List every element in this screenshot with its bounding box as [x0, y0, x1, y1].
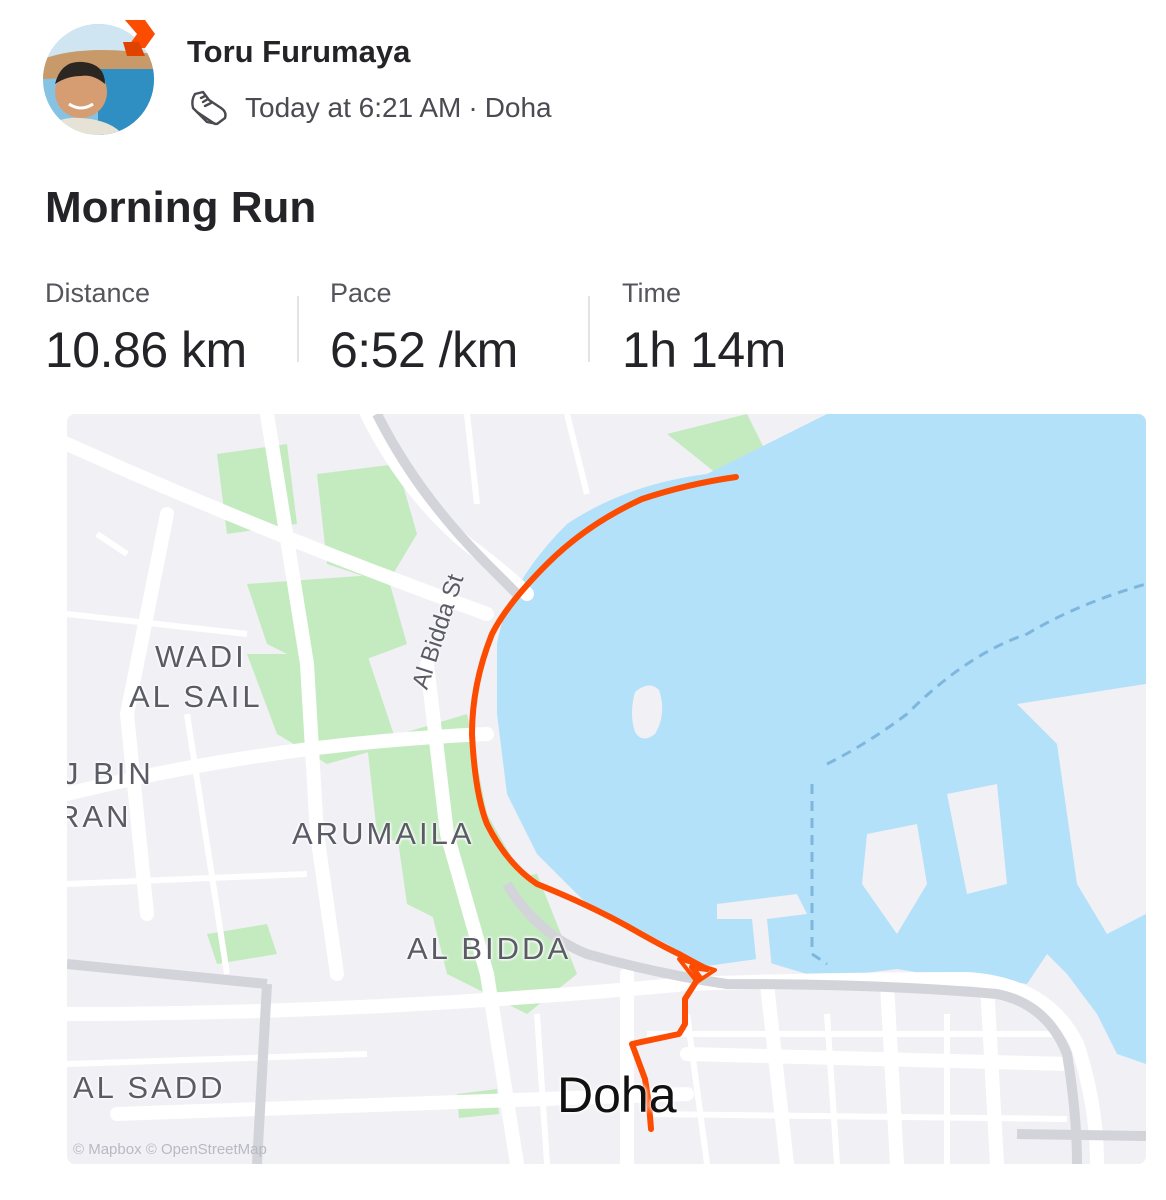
activity-timestamp: Today at 6:21 AM: [245, 92, 462, 123]
stat-pace-label: Pace: [330, 278, 392, 308]
map-label-al-bidda: AL BIDDA: [407, 931, 572, 966]
activity-meta: Today at 6:21 AM · Doha: [187, 86, 552, 130]
stat-divider: [588, 296, 590, 362]
map-city-label: Doha: [557, 1067, 677, 1123]
map-label-bin: J BIN: [67, 756, 154, 791]
route-map[interactable]: WADI AL SAIL J BIN RAN ARUMAILA AL BIDDA…: [67, 414, 1146, 1164]
map-label-ran: RAN: [67, 799, 132, 834]
stat-time: Time 1h 14m: [622, 278, 786, 379]
athlete-name[interactable]: Toru Furumaya: [187, 34, 410, 70]
stat-divider: [297, 296, 299, 362]
stat-pace: Pace 6:52 /km: [330, 278, 518, 379]
map-label-wadi: WADI: [155, 639, 247, 674]
stat-distance-value: 10.86 km: [45, 322, 247, 378]
stat-distance: Distance 10.86 km: [45, 278, 247, 379]
stat-time-label: Time: [622, 278, 681, 308]
stat-pace-value: 6:52 /km: [330, 322, 518, 378]
map-attribution[interactable]: © Mapbox © OpenStreetMap: [73, 1141, 267, 1158]
brand-badge-icon: [119, 18, 159, 58]
map-label-al-sail: AL SAIL: [129, 679, 263, 714]
running-shoe-icon: [187, 86, 231, 130]
activity-location: Doha: [484, 92, 552, 123]
stat-time-value: 1h 14m: [622, 322, 786, 378]
meta-separator: ·: [468, 92, 478, 123]
map-label-arumaila: ARUMAILA: [292, 816, 475, 851]
map-label-al-sadd: AL SADD: [73, 1070, 226, 1105]
activity-title[interactable]: Morning Run: [45, 183, 316, 233]
stat-distance-label: Distance: [45, 278, 151, 308]
